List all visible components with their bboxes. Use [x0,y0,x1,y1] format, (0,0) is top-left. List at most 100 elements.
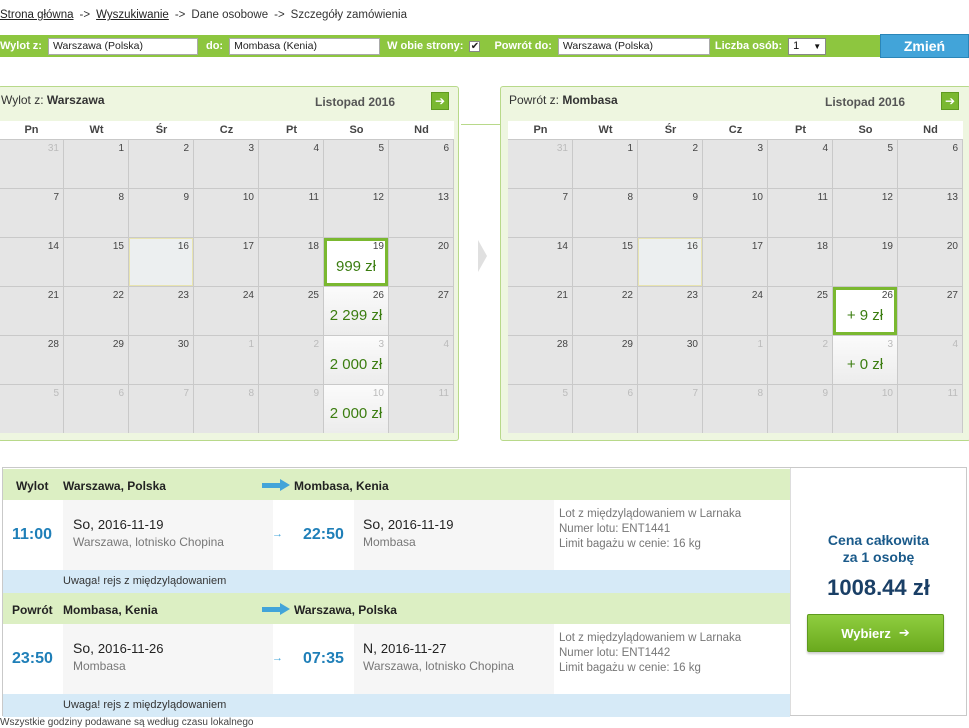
outbound-weekday: Wt [89,124,104,136]
return-departure-time: 23:50 [12,650,53,667]
return-flight-number: Numer lotu: ENT1442 [559,647,671,659]
breadcrumb-search-link[interactable]: Wyszukiwanie [96,9,169,21]
return-day-cell: 12 [833,189,897,237]
outbound-day-cell: 9 [129,189,193,237]
outbound-day-cell[interactable]: 19 999 zł [324,238,388,286]
outbound-day-cell: 6 [389,140,453,188]
outbound-day-number: 5 [378,143,384,154]
return-day-price: + 0 zł [846,356,884,373]
from-input[interactable] [47,37,198,55]
return-day-number: 8 [757,388,763,399]
return-departure-date: So, 2016-11-26 [73,640,163,656]
outbound-day-cell: 4 [389,336,453,384]
return-day-cell: 21 [508,287,572,335]
outbound-day-number: 30 [177,339,189,350]
outbound-day-number: 21 [47,290,59,301]
price-box: Cena całkowita za 1 osobę 1008.44 zł Wyb… [790,468,966,715]
outbound-day-cell: 4 [259,140,323,188]
return-day-cell: 28 [508,336,572,384]
return-day-cell: 2 [768,336,832,384]
outbound-day-number: 20 [437,241,449,252]
outbound-day-number: 6 [443,143,449,154]
return-day-number: 10 [751,192,763,203]
outbound-day-number: 10 [242,192,254,203]
return-day-cell[interactable]: 26 + 9 zł [833,287,897,335]
return-day-number: 13 [946,192,958,203]
return-day-cell: 8 [573,189,637,237]
outbound-leg-details: 11:00 So, 2016-11-19 Warszawa, lotnisko … [3,500,790,570]
return-day-cell: 15 [573,238,637,286]
outbound-day-number: 6 [118,388,124,399]
outbound-day-number: 24 [242,290,254,301]
outbound-day-number: 17 [242,241,254,252]
return-day-number: 4 [952,339,958,350]
return-calendar-title: Powrót z: Mombasa [509,93,618,107]
return-day-cell: 9 [768,385,832,433]
roundtrip-checkbox[interactable]: ✔ [469,40,481,52]
return-day-number: 9 [822,388,828,399]
return-day-number: 19 [881,241,893,252]
outbound-day-cell: 17 [194,238,258,286]
outbound-departure-date: So, 2016-11-19 [73,516,163,532]
return-day-cell: 18 [768,238,832,286]
return-calendar-month: Listopad 2016 [825,95,906,109]
outbound-day-price: 2 000 zł [329,356,383,373]
choose-button[interactable]: Wybierz ➔ [807,614,944,652]
outbound-day-number: 11 [438,388,449,399]
return-calendar-header: Powrót z: Mombasa Listopad 2016 ➔ [501,87,969,121]
outbound-day-cell: 9 [259,385,323,433]
return-leg-from: Mombasa, Kenia [63,603,158,617]
outbound-day-cell[interactable]: 10 2 000 zł [324,385,388,433]
outbound-day-number: 27 [437,290,449,301]
outbound-arrival-airport: Mombasa [363,535,416,549]
outbound-day-number: 7 [183,388,189,399]
return-day-number: 24 [751,290,763,301]
search-bar: Wylot z: do: W obie strony: ✔ Powrót do:… [0,34,969,58]
return-day-cell: 10 [703,189,767,237]
return-day-number: 8 [627,192,633,203]
outbound-day-cell[interactable]: 26 2 299 zł [324,287,388,335]
outbound-day-number: 22 [112,290,124,301]
outbound-calendar-city: Warszawa [46,93,105,107]
outbound-arrival-date: So, 2016-11-19 [363,516,453,532]
return-day-number: 4 [822,143,828,154]
outbound-arrival-date-value: 2016-11-19 [387,517,454,532]
outbound-day-number: 1 [118,143,124,154]
to-input[interactable] [229,37,381,55]
return-day-number: 30 [686,339,698,350]
return-day-number: 29 [621,339,633,350]
outbound-day-cell: 15 [64,238,128,286]
outbound-day-cell: 7 [0,189,63,237]
outbound-weekday: Pn [24,124,39,136]
outbound-day-cell[interactable]: 3 2 000 zł [324,336,388,384]
return-departure-day: So, [73,640,95,656]
return-arrival-date-value: 2016-11-27 [380,641,447,656]
outbound-day-number: 9 [313,388,319,399]
return-day-cell: 13 [898,189,962,237]
arrow-right-icon: → [272,528,283,540]
return-input[interactable] [557,37,710,55]
outbound-leg-to: Mombasa, Kenia [294,479,389,493]
outbound-day-number: 15 [112,241,124,252]
breadcrumb-home-link[interactable]: Strona główna [0,9,74,21]
from-label: Wylot z: [0,40,42,52]
outbound-day-cell: 8 [194,385,258,433]
change-button[interactable]: Zmień [880,34,969,58]
return-day-cell[interactable]: 3 + 0 zł [833,336,897,384]
outbound-day-number: 3 [248,143,254,154]
return-day-number: 5 [887,143,893,154]
outbound-day-cell: 11 [259,189,323,237]
outbound-day-cell: 23 [129,287,193,335]
people-select[interactable]: 1 ▼ [788,37,827,55]
return-day-cell: 17 [703,238,767,286]
outbound-day-number: 2 [183,143,189,154]
outbound-leg-header: Wylot Warszawa, Polska Mombasa, Kenia [3,469,790,500]
roundtrip-label: W obie strony: [387,40,464,52]
footer-note: Wszystkie godziny podawane są według cza… [0,717,254,728]
return-day-cell: 3 [703,140,767,188]
outbound-departure-time: 11:00 [12,526,53,543]
return-day-number: 5 [562,388,568,399]
outbound-next-month-arrow-icon[interactable]: ➔ [431,92,449,110]
arrow-right-icon: → [272,652,283,664]
return-next-month-arrow-icon[interactable]: ➔ [941,92,959,110]
